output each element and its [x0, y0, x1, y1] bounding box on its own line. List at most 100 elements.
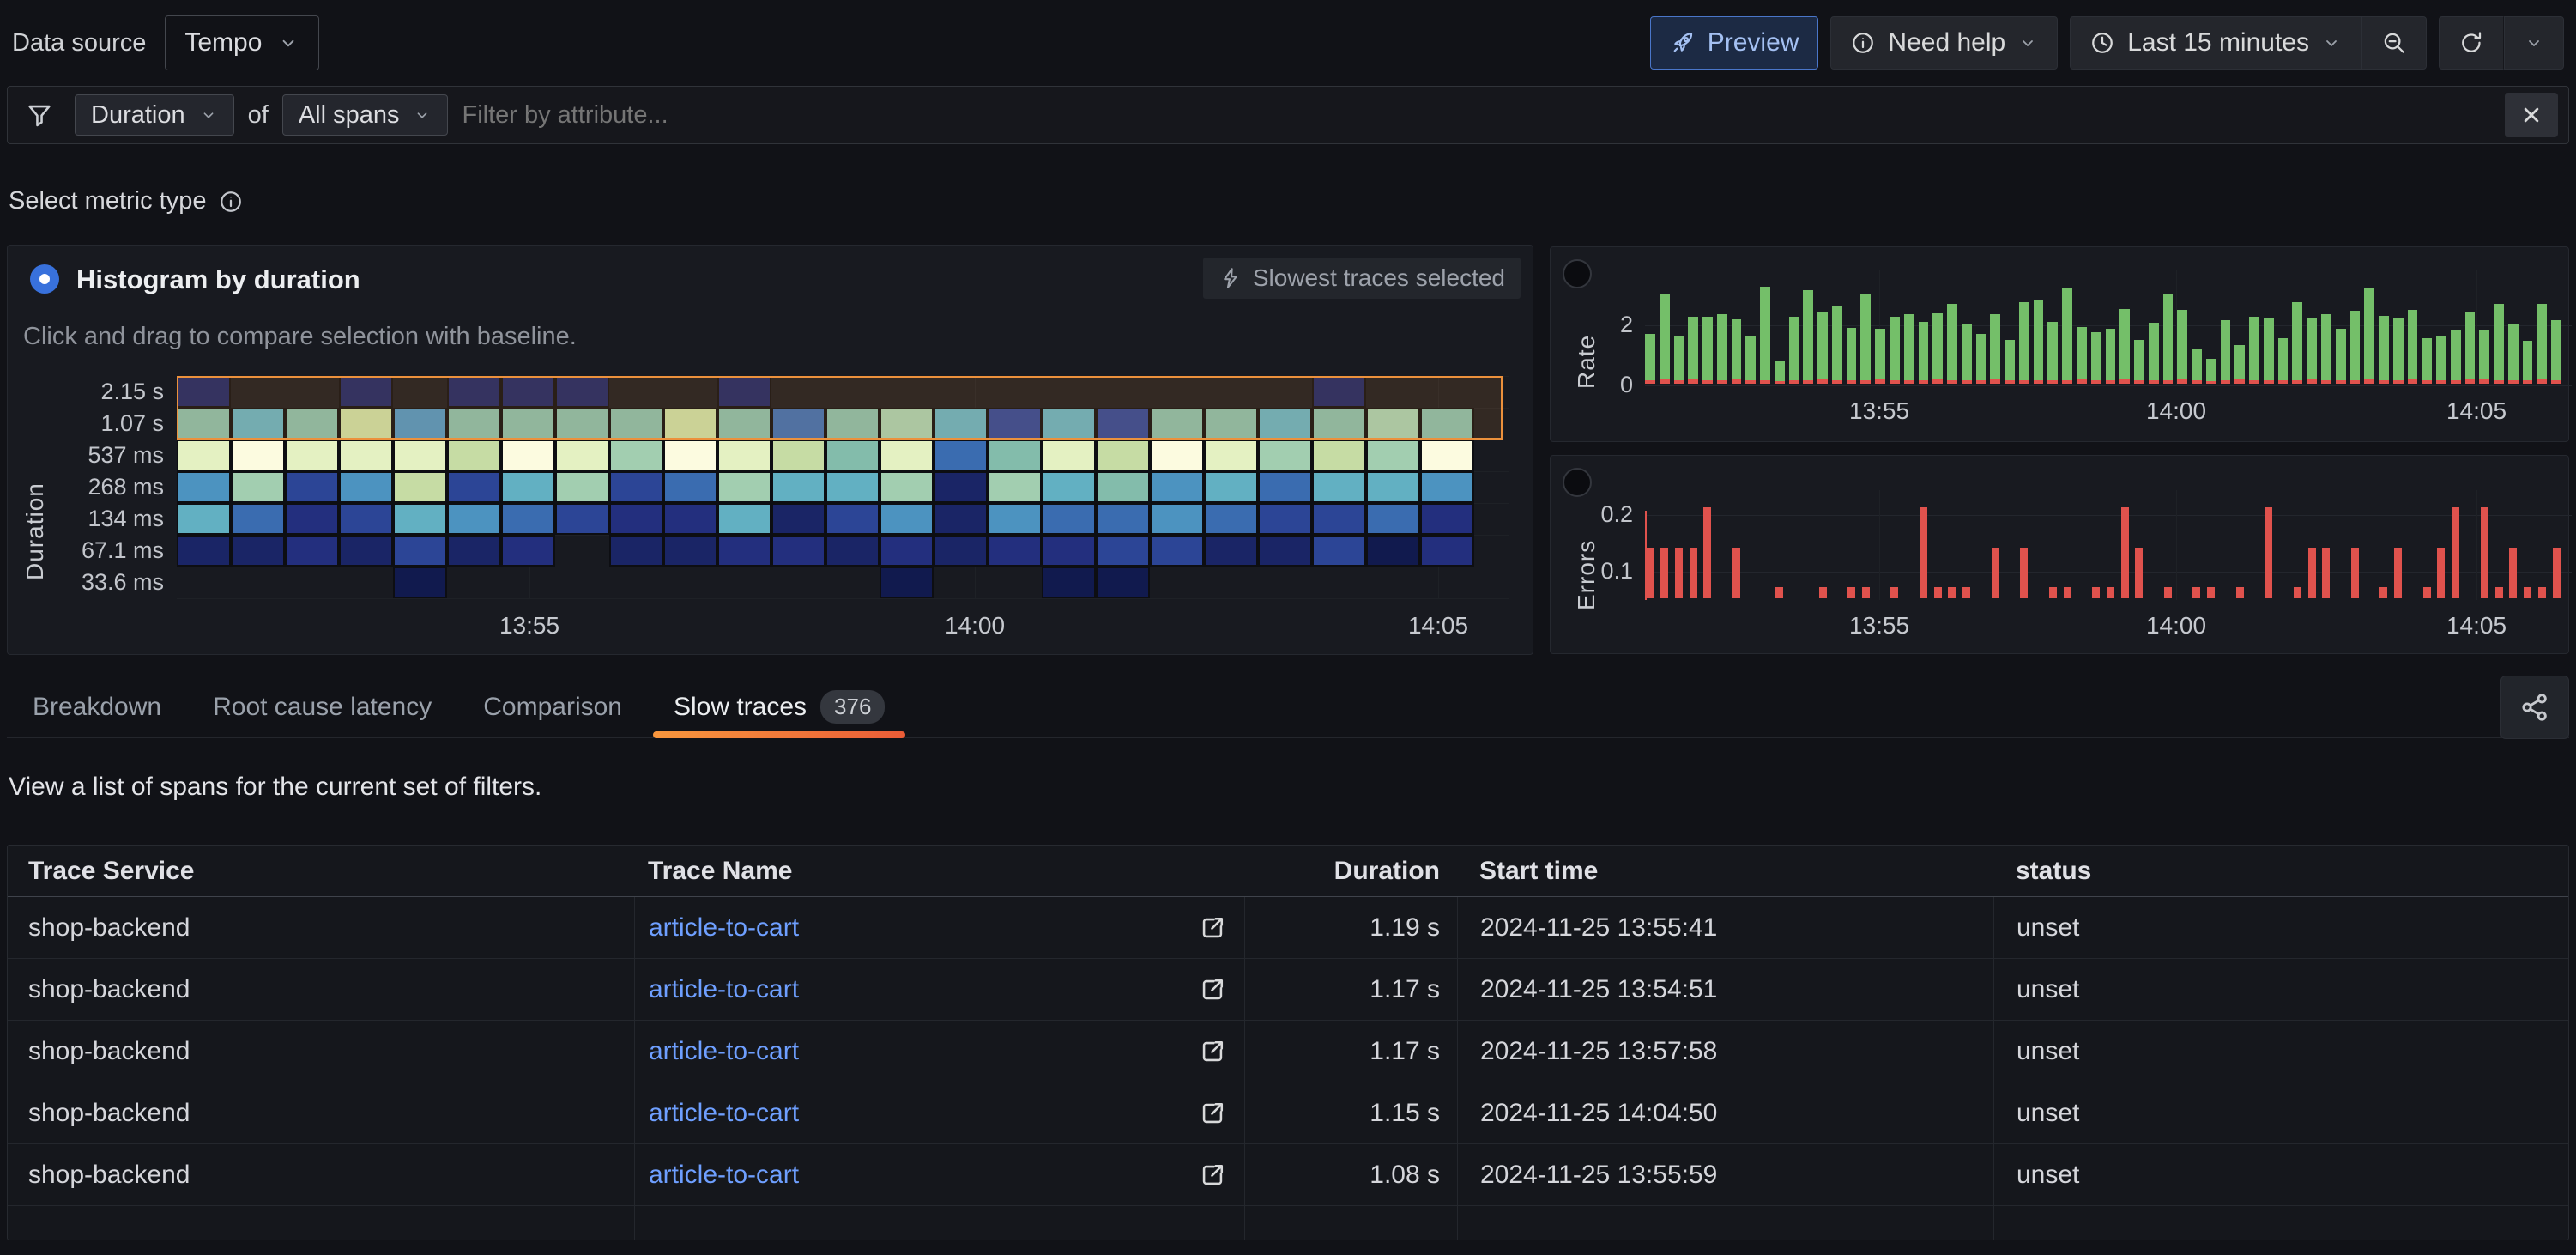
heatmap-cell[interactable] — [1096, 567, 1150, 598]
heatmap-cell[interactable] — [663, 440, 717, 471]
bar[interactable] — [1962, 587, 1972, 598]
bar[interactable] — [2393, 318, 2404, 384]
heatmap-cell[interactable] — [555, 440, 609, 471]
heatmap-cell[interactable] — [285, 440, 339, 471]
heatmap-cell[interactable] — [1042, 567, 1096, 598]
bar[interactable] — [1932, 587, 1943, 598]
open-trace-button[interactable] — [1198, 1099, 1227, 1128]
heatmap-cell[interactable] — [717, 471, 771, 503]
bar[interactable] — [2119, 507, 2130, 598]
heatmap-cell[interactable] — [1366, 471, 1420, 503]
bar[interactable] — [1674, 336, 1684, 384]
heatmap-cell[interactable] — [1096, 503, 1150, 535]
bar[interactable] — [2451, 330, 2461, 384]
bar[interactable] — [2379, 587, 2389, 598]
heatmap-cell[interactable] — [1258, 535, 1312, 567]
heatmap-cell[interactable] — [1312, 535, 1366, 567]
bar[interactable] — [2091, 587, 2101, 598]
heatmap-cell[interactable] — [880, 567, 934, 598]
bar[interactable] — [1860, 294, 1871, 384]
tab-root-cause-latency[interactable]: Root cause latency — [187, 676, 457, 737]
heatmap-cell[interactable] — [934, 440, 988, 471]
tab-comparison[interactable]: Comparison — [457, 676, 648, 737]
heatmap-cell[interactable] — [501, 471, 555, 503]
heatmap-cell[interactable] — [771, 440, 825, 471]
bar[interactable] — [2106, 587, 2116, 598]
heatmap-cell[interactable] — [880, 440, 934, 471]
heatmap-cell[interactable] — [393, 440, 447, 471]
heatmap-cell[interactable] — [339, 535, 393, 567]
heatmap-cell[interactable] — [934, 503, 988, 535]
heatmap-cell[interactable] — [177, 471, 231, 503]
trace-name-link[interactable]: article-to-cart — [649, 1161, 799, 1190]
heatmap-cell[interactable] — [447, 535, 501, 567]
bar[interactable] — [1832, 306, 1842, 384]
bar[interactable] — [2163, 587, 2174, 598]
bar[interactable] — [2408, 310, 2418, 384]
heatmap-cell[interactable] — [501, 503, 555, 535]
clear-filter-button[interactable] — [2505, 93, 2558, 137]
heatmap-cell[interactable] — [285, 535, 339, 567]
bar[interactable] — [1932, 313, 1943, 384]
bar[interactable] — [2292, 587, 2302, 598]
bar[interactable] — [2264, 318, 2274, 384]
bar[interactable] — [2192, 587, 2202, 598]
bar[interactable] — [2422, 338, 2432, 384]
bar[interactable] — [1976, 334, 1986, 384]
bar[interactable] — [2479, 507, 2489, 598]
bar[interactable] — [1860, 587, 1871, 598]
heatmap-cell[interactable] — [934, 535, 988, 567]
bar[interactable] — [2436, 548, 2446, 598]
bar[interactable] — [2119, 309, 2130, 384]
bar[interactable] — [2350, 548, 2361, 598]
bar[interactable] — [1962, 324, 1972, 384]
bar[interactable] — [2221, 320, 2231, 384]
bar[interactable] — [2077, 327, 2087, 384]
bar[interactable] — [2005, 340, 2015, 384]
bar[interactable] — [2393, 548, 2404, 598]
heatmap-cell[interactable] — [231, 471, 285, 503]
heatmap-cell[interactable] — [1096, 535, 1150, 567]
heatmap-cell[interactable] — [1204, 535, 1258, 567]
heatmap-cell[interactable] — [1150, 503, 1204, 535]
heatmap-cell[interactable] — [988, 471, 1042, 503]
bar[interactable] — [2336, 329, 2346, 384]
heatmap-cell[interactable] — [393, 471, 447, 503]
column-header-trace-name[interactable]: Trace Name — [634, 857, 1244, 886]
tab-breakdown[interactable]: Breakdown — [7, 676, 187, 737]
bar[interactable] — [1990, 548, 2000, 598]
bar[interactable] — [2091, 332, 2101, 384]
bar[interactable] — [2264, 507, 2274, 598]
trace-name-link[interactable]: article-to-cart — [649, 1099, 799, 1128]
selection-chip[interactable]: Slowest traces selected — [1203, 258, 1521, 299]
bar[interactable] — [2234, 345, 2245, 384]
bar[interactable] — [2062, 587, 2072, 598]
bar[interactable] — [2350, 311, 2361, 384]
bar[interactable] — [1745, 336, 1756, 384]
bar[interactable] — [2508, 548, 2519, 598]
bar[interactable] — [2479, 330, 2489, 384]
heatmap-cell[interactable] — [501, 535, 555, 567]
bar[interactable] — [1919, 507, 1929, 598]
heatmap-cell[interactable] — [1312, 503, 1366, 535]
bar[interactable] — [2249, 317, 2259, 384]
open-trace-button[interactable] — [1198, 1037, 1227, 1066]
bar[interactable] — [1660, 548, 1670, 598]
heatmap-cell[interactable] — [1420, 440, 1474, 471]
bar[interactable] — [1947, 587, 1957, 598]
heatmap-cell[interactable] — [393, 567, 447, 598]
heatmap-selection-region[interactable] — [177, 376, 1503, 440]
trace-name-link[interactable]: article-to-cart — [649, 975, 799, 1004]
heatmap-cell[interactable] — [825, 471, 880, 503]
bar[interactable] — [1688, 317, 1698, 384]
heatmap-cell[interactable] — [1150, 440, 1204, 471]
bar[interactable] — [1875, 329, 1885, 384]
bar[interactable] — [2149, 323, 2159, 384]
info-circle-icon[interactable] — [218, 189, 244, 215]
heatmap-cell[interactable] — [717, 503, 771, 535]
column-header-start-time[interactable]: Start time — [1457, 857, 1993, 886]
bar[interactable] — [1702, 317, 1713, 384]
bar[interactable] — [1817, 312, 1828, 384]
heatmap-cell[interactable] — [825, 503, 880, 535]
heatmap-cell[interactable] — [1204, 440, 1258, 471]
